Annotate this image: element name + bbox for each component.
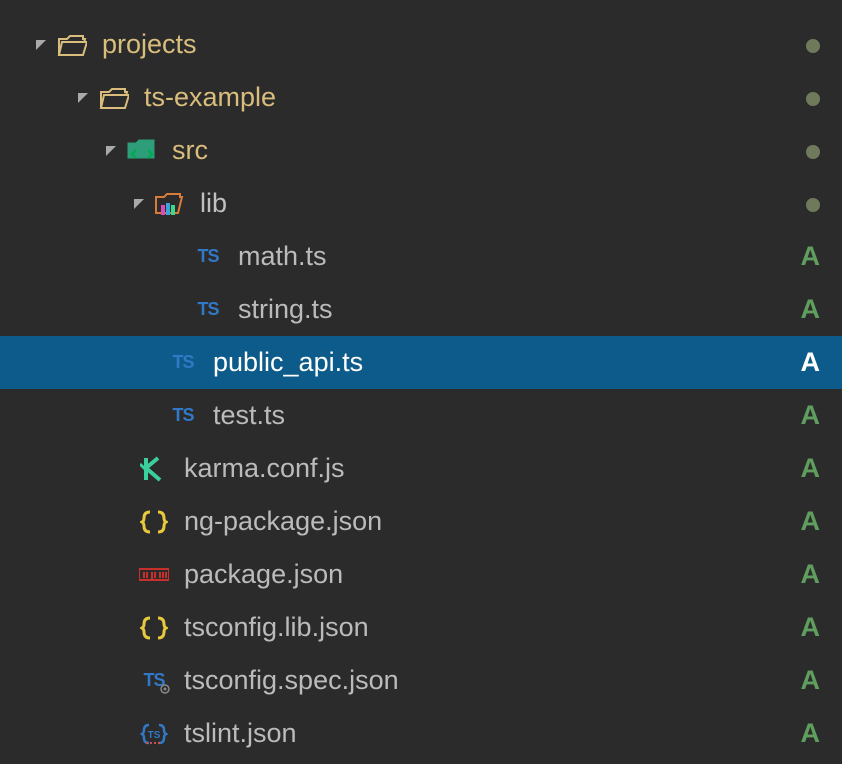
tree-file-math[interactable]: TS math.ts A: [0, 230, 842, 283]
chevron-down-icon: [72, 93, 94, 103]
tree-file-package[interactable]: package.json A: [0, 548, 842, 601]
npm-file-icon: [136, 560, 172, 590]
vcs-status-added: A: [798, 453, 820, 484]
file-label: tsconfig.lib.json: [184, 612, 798, 643]
tree-folder-ts-example[interactable]: ts-example: [0, 71, 842, 124]
vcs-status-added: A: [798, 612, 820, 643]
tree-file-tslint[interactable]: TS tslint.json A: [0, 707, 842, 760]
tree-file-string[interactable]: TS string.ts A: [0, 283, 842, 336]
vcs-status-added: A: [798, 559, 820, 590]
typescript-file-icon: TS: [165, 348, 201, 378]
typescript-file-icon: TS: [165, 401, 201, 431]
chevron-down-icon: [100, 146, 122, 156]
file-tree: projects ts-example src: [0, 0, 842, 760]
file-label: tsconfig.spec.json: [184, 665, 798, 696]
tree-folder-projects[interactable]: projects: [0, 18, 842, 71]
tree-file-test[interactable]: TS test.ts A: [0, 389, 842, 442]
tree-folder-lib[interactable]: lib: [0, 177, 842, 230]
tree-file-karma[interactable]: karma.conf.js A: [0, 442, 842, 495]
svg-text:TS: TS: [148, 730, 161, 741]
file-label: package.json: [184, 559, 798, 590]
file-label: karma.conf.js: [184, 453, 798, 484]
tree-file-ng-package[interactable]: ng-package.json A: [0, 495, 842, 548]
folder-open-icon: [96, 83, 132, 113]
source-folder-icon: [124, 136, 160, 166]
vcs-status-added: A: [798, 294, 820, 325]
file-label: test.ts: [213, 400, 798, 431]
vcs-status-added: A: [798, 506, 820, 537]
vcs-status-added: A: [798, 347, 820, 378]
vcs-status-icon: [798, 188, 820, 219]
chevron-down-icon: [128, 199, 150, 209]
karma-file-icon: [136, 454, 172, 484]
file-label: string.ts: [238, 294, 798, 325]
file-label: math.ts: [238, 241, 798, 272]
file-label: public_api.ts: [213, 347, 798, 378]
library-folder-icon: [152, 189, 188, 219]
tsconfig-file-icon: TS: [136, 666, 172, 696]
vcs-status-added: A: [798, 241, 820, 272]
typescript-file-icon: TS: [190, 295, 226, 325]
chevron-down-icon: [30, 40, 52, 50]
tslint-file-icon: TS: [136, 719, 172, 749]
vcs-status-icon: [798, 135, 820, 166]
vcs-status-icon: [798, 29, 820, 60]
json-file-icon: [136, 507, 172, 537]
folder-label: lib: [200, 188, 798, 219]
tree-folder-src[interactable]: src: [0, 124, 842, 177]
folder-open-icon: [54, 30, 90, 60]
tree-file-tsconfig-spec[interactable]: TS tsconfig.spec.json A: [0, 654, 842, 707]
file-label: ng-package.json: [184, 506, 798, 537]
vcs-status-icon: [798, 82, 820, 113]
vcs-status-added: A: [798, 400, 820, 431]
folder-label: ts-example: [144, 82, 798, 113]
tree-file-tsconfig-lib[interactable]: tsconfig.lib.json A: [0, 601, 842, 654]
json-file-icon: [136, 613, 172, 643]
vcs-status-added: A: [798, 665, 820, 696]
file-label: tslint.json: [184, 718, 798, 749]
folder-label: src: [172, 135, 798, 166]
folder-label: projects: [102, 29, 798, 60]
vcs-status-added: A: [798, 718, 820, 749]
tree-file-public-api[interactable]: TS public_api.ts A: [0, 336, 842, 389]
typescript-file-icon: TS: [190, 242, 226, 272]
